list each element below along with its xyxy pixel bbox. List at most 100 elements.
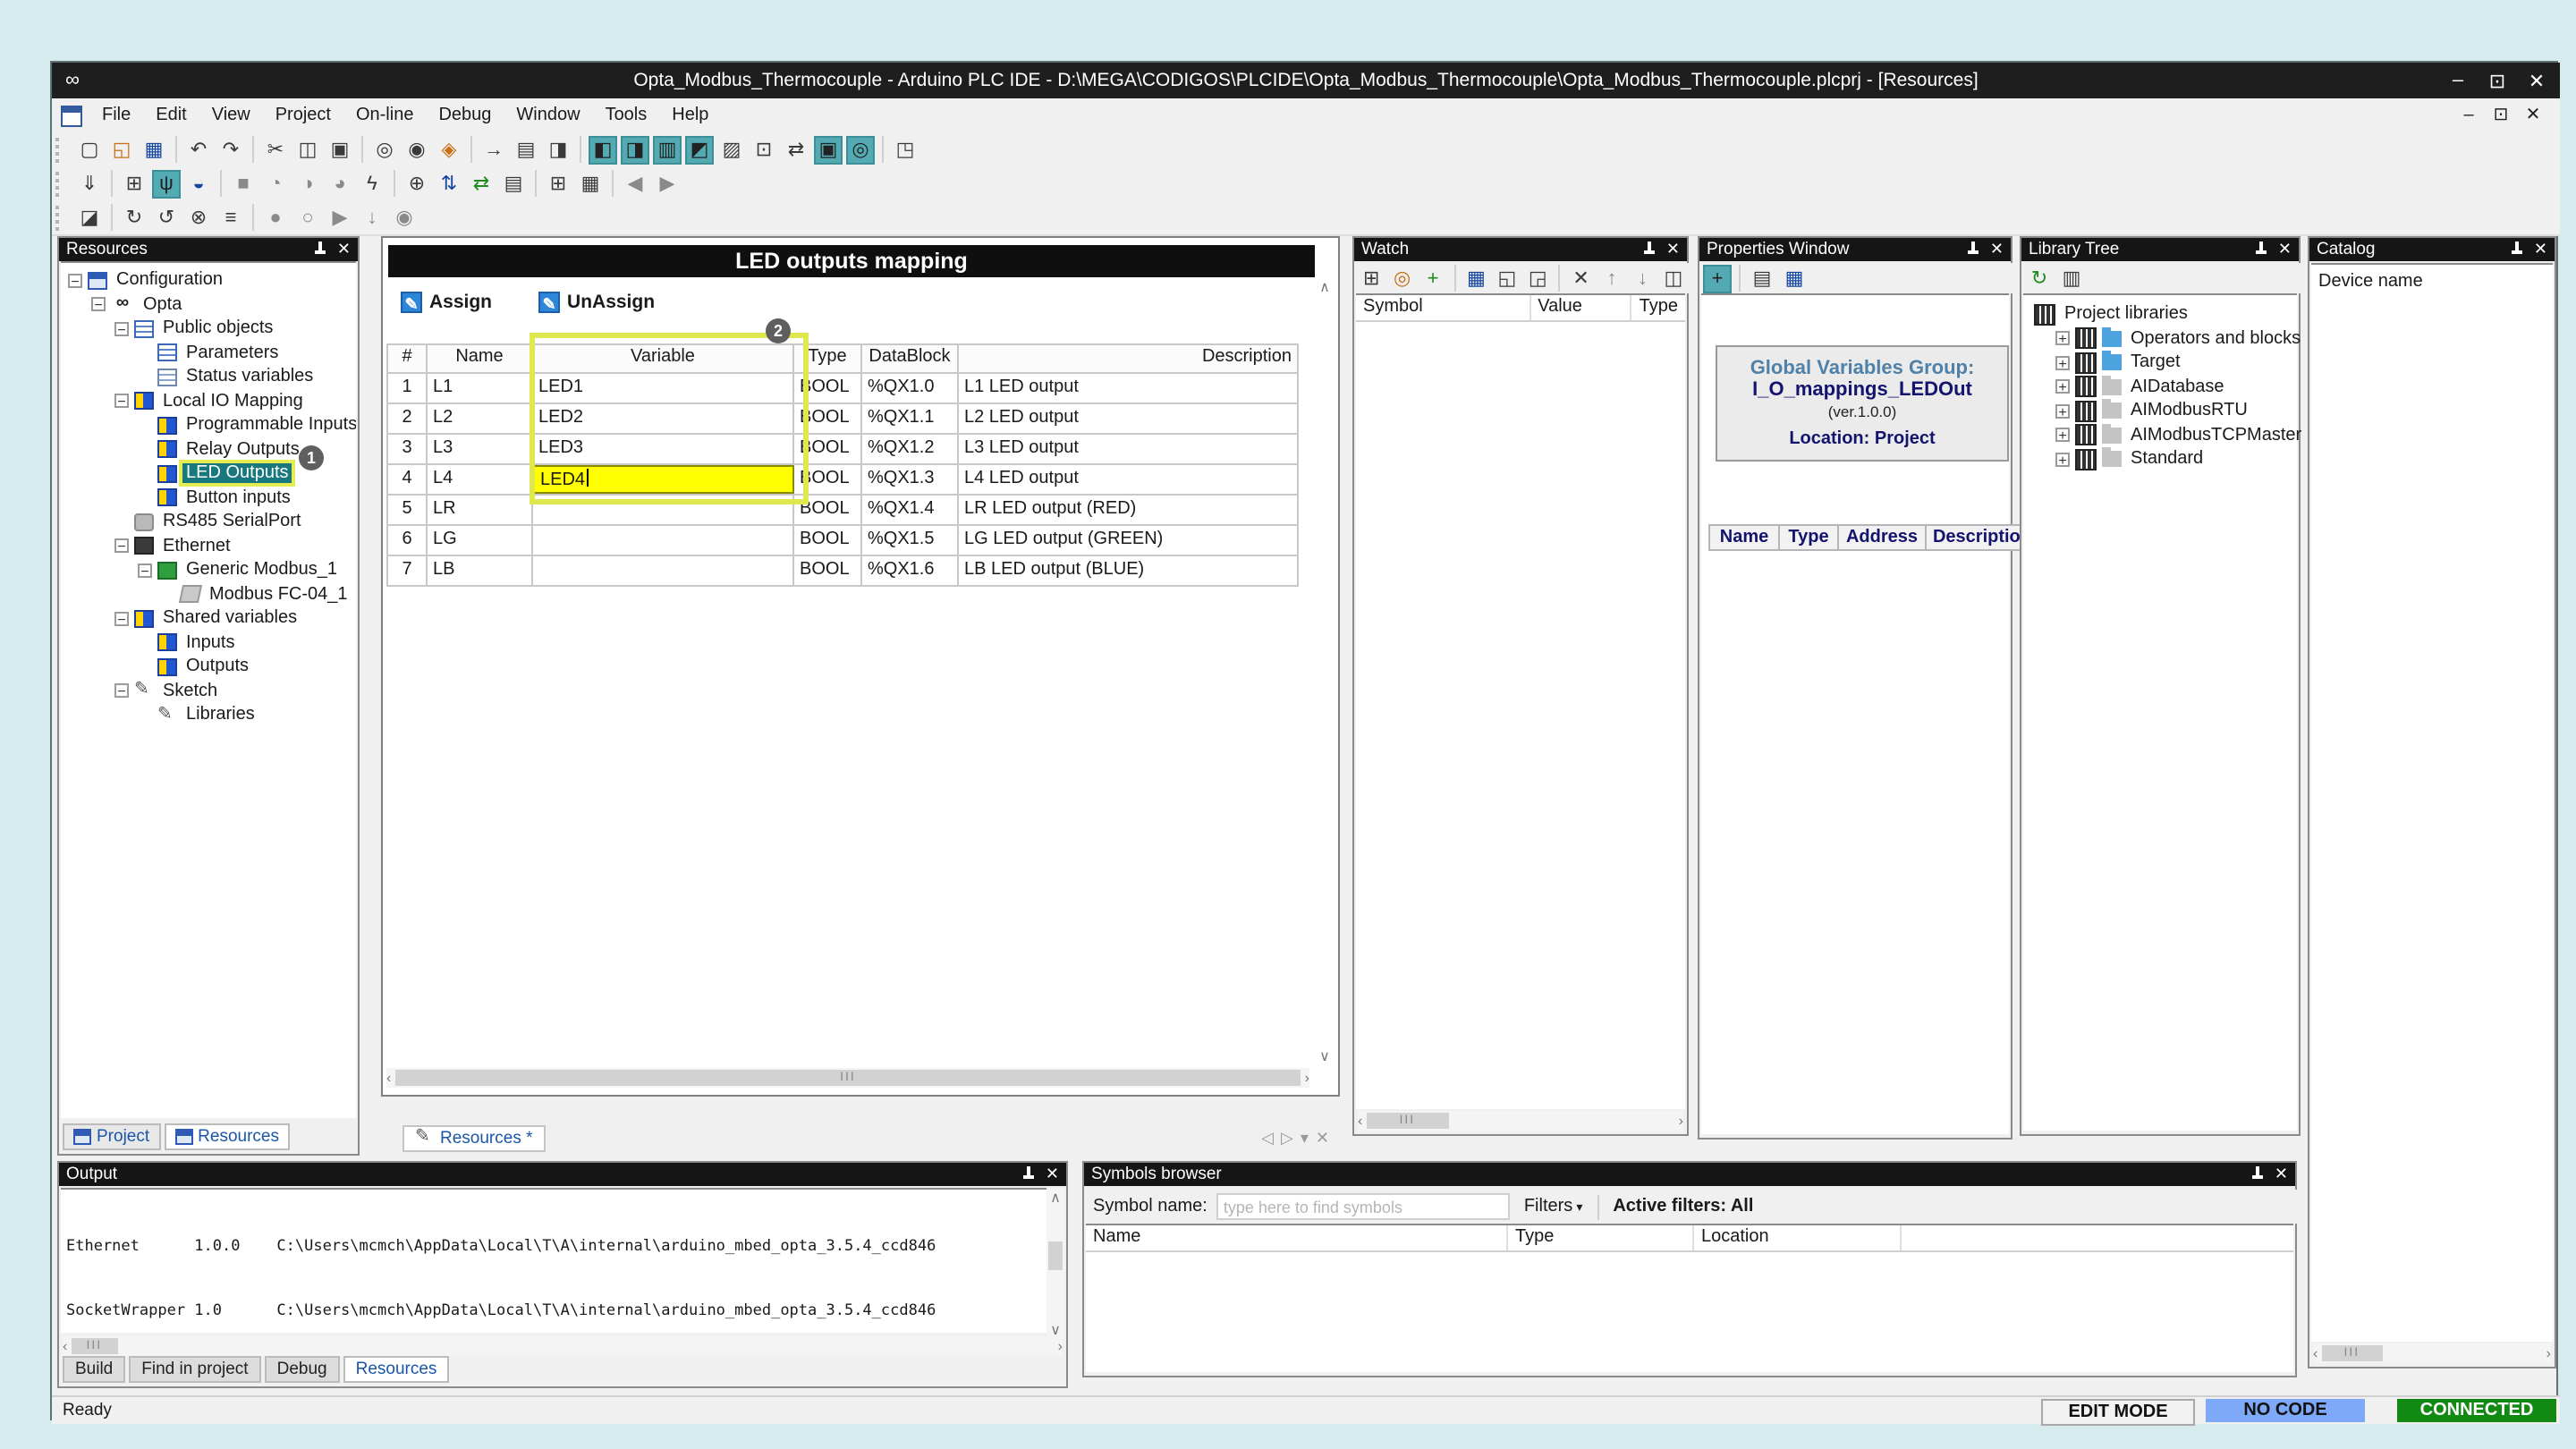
find-symbol-icon[interactable]: ◎ <box>1388 264 1415 292</box>
cut-icon[interactable]: ✂ <box>261 135 290 164</box>
toolbar-grip[interactable] <box>55 205 68 230</box>
import-object-icon[interactable]: → <box>479 135 508 164</box>
move-up-icon[interactable]: ↑ <box>1598 264 1625 292</box>
diff-merge-icon[interactable]: ⇄ <box>467 169 496 198</box>
child-close-icon[interactable]: ✕ <box>2517 106 2549 125</box>
menu-project[interactable]: Project <box>263 98 343 132</box>
memo-view-icon[interactable]: ▤ <box>499 169 528 198</box>
child-restore-icon[interactable]: ⊡ <box>2485 106 2517 125</box>
tree-item-aimodbustcpmaster[interactable]: + AIModbusTCPMaster <box>2027 423 2297 447</box>
pin-icon[interactable] <box>2511 242 2523 258</box>
toggle-output-window-icon[interactable]: ▨ <box>717 135 746 164</box>
open-project-icon[interactable]: ◱ <box>107 135 136 164</box>
duplicate-watch-icon[interactable]: ◫ <box>1660 264 1687 292</box>
save-watchlist-icon[interactable]: ▦ <box>1462 264 1489 292</box>
live-debug-icon[interactable]: ↻ <box>120 203 148 232</box>
move-down-icon[interactable]: ↓ <box>1629 264 1656 292</box>
add-symbol-icon[interactable]: + <box>1419 264 1446 292</box>
minimize-icon[interactable]: – <box>2438 70 2478 91</box>
document-icon[interactable] <box>61 105 82 126</box>
row-num[interactable]: 4 <box>386 465 428 494</box>
type-cell[interactable]: BOOL <box>794 556 862 585</box>
toolbar-grip[interactable] <box>55 137 68 162</box>
catalog-hscrollbar[interactable]: ‹ III › <box>2313 1343 2551 1363</box>
col-header-name[interactable]: Name <box>428 345 533 372</box>
type-cell[interactable]: BOOL <box>794 526 862 555</box>
scroll-left-icon[interactable]: ‹ <box>63 1338 67 1354</box>
load-watchlist-icon[interactable]: ◱ <box>1494 264 1521 292</box>
navigate-back-icon[interactable]: ◀ <box>621 169 649 198</box>
download-code-icon[interactable]: ⇓ <box>75 169 104 198</box>
tab-find-in-project[interactable]: Find in project <box>129 1356 260 1383</box>
close-icon[interactable]: ✕ <box>2534 240 2547 259</box>
row-num[interactable]: 2 <box>386 404 428 433</box>
tree-item-opta[interactable]: − ∞ Opta <box>64 292 356 317</box>
cold-restart-icon[interactable]: ◔ <box>261 169 290 198</box>
symbols-col-location[interactable]: Location <box>1694 1225 1902 1250</box>
toolbar-grip[interactable] <box>55 171 68 196</box>
output-vscrollbar[interactable]: ∧ ∨ <box>1046 1188 1064 1340</box>
simulation-mode-icon[interactable]: ◪ <box>75 203 104 232</box>
tree-item-local-io-mapping[interactable]: − Local IO Mapping <box>64 389 356 413</box>
watch-col-value[interactable]: Value <box>1530 295 1631 320</box>
row-num[interactable]: 7 <box>386 556 428 585</box>
output-log[interactable]: Ethernet 1.0.0 C:\Users\mcmch\AppData\Lo… <box>61 1188 1064 1333</box>
output-hscrollbar[interactable]: ‹ III › <box>63 1336 1063 1356</box>
scroll-thumb[interactable]: III <box>2321 1345 2382 1361</box>
navigate-forward-icon[interactable]: ▶ <box>653 169 682 198</box>
description-cell[interactable]: LR LED output (RED) <box>959 496 1299 524</box>
menu-online[interactable]: On-line <box>343 98 427 132</box>
breakpoint-disabled-icon[interactable]: ○ <box>293 203 322 232</box>
tab-close-icon[interactable]: ✕ <box>1316 1128 1329 1148</box>
watch-hscrollbar[interactable]: ‹ III › <box>1358 1111 1683 1131</box>
call-stack-icon[interactable]: ≡ <box>216 203 245 232</box>
scroll-up-icon[interactable]: ∧ <box>1315 277 1335 297</box>
child-minimize-icon[interactable]: – <box>2453 106 2485 125</box>
menu-debug[interactable]: Debug <box>426 98 504 132</box>
pin-icon[interactable] <box>1643 242 1656 258</box>
tree-item-inputs[interactable]: Inputs <box>64 631 356 655</box>
loop-debug-icon[interactable]: ◉ <box>390 203 419 232</box>
print-icon[interactable]: ▤ <box>512 135 540 164</box>
scroll-right-icon[interactable]: › <box>1058 1338 1063 1354</box>
dock-toggle-icon[interactable]: + <box>1703 264 1732 292</box>
datablock-cell[interactable]: %QX1.6 <box>862 556 959 585</box>
expander-icon[interactable]: − <box>68 274 82 288</box>
attach-debug-icon[interactable]: ↺ <box>152 203 181 232</box>
tree-item-sketch[interactable]: − ✎ Sketch <box>64 679 356 703</box>
close-icon[interactable]: ✕ <box>2278 240 2292 259</box>
expander-icon[interactable]: − <box>91 298 106 312</box>
name-cell[interactable]: L3 <box>428 435 533 463</box>
expander-icon[interactable]: − <box>114 612 129 626</box>
tab-resources[interactable]: Resources <box>164 1123 290 1150</box>
find-next-icon[interactable]: ◉ <box>402 135 431 164</box>
prop-col-name[interactable]: Name <box>1708 524 1780 551</box>
scroll-right-icon[interactable]: › <box>1305 1070 1309 1086</box>
tab-debug[interactable]: Debug <box>265 1356 340 1383</box>
tab-resources-document[interactable]: ✎ Resources * <box>402 1124 546 1151</box>
breakpoint-icon[interactable]: ● <box>261 203 290 232</box>
tree-item-libraries[interactable]: ✎ Libraries <box>64 703 356 727</box>
scroll-left-icon[interactable]: ‹ <box>386 1070 391 1086</box>
connect-icon[interactable]: ψ <box>152 169 181 198</box>
variable-cell[interactable]: LED1 <box>533 374 794 402</box>
tab-project[interactable]: Project <box>63 1123 160 1150</box>
hot-restart-icon[interactable]: ◕ <box>326 169 354 198</box>
expander-icon[interactable]: − <box>114 322 129 336</box>
scroll-left-icon[interactable]: ‹ <box>2313 1345 2318 1361</box>
tab-next-icon[interactable]: ▷ <box>1281 1128 1293 1148</box>
device-setup-icon[interactable]: ⊞ <box>120 169 148 198</box>
expander-icon[interactable]: − <box>114 539 129 554</box>
toggle-tools-window-icon[interactable]: ⊡ <box>750 135 778 164</box>
variable-cell[interactable] <box>533 526 794 555</box>
tree-item-modbus-fc-04-1[interactable]: Modbus FC-04_1 <box>64 582 356 606</box>
description-cell[interactable]: L2 LED output <box>959 404 1299 433</box>
prop-col-address[interactable]: Address <box>1839 524 1927 551</box>
pin-icon[interactable] <box>1967 242 1979 258</box>
tree-item-public-objects[interactable]: − Public objects <box>64 317 356 341</box>
tree-item-led-outputs[interactable]: LED Outputs 1 <box>64 462 356 486</box>
save-properties-icon[interactable]: ▦ <box>1780 264 1809 292</box>
type-cell[interactable]: BOOL <box>794 496 862 524</box>
symbols-col-name[interactable]: Name <box>1086 1225 1508 1250</box>
name-cell[interactable]: LR <box>428 496 533 524</box>
